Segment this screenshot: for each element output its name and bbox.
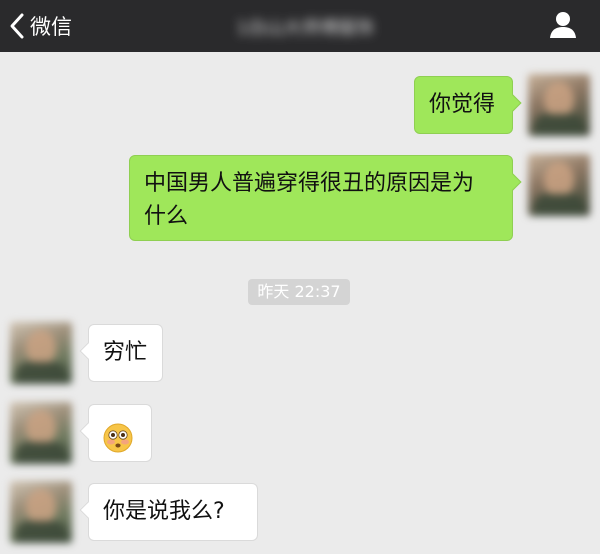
chat-header: 微信 1白山大师傅服饰 — [0, 0, 600, 52]
my-avatar[interactable] — [528, 74, 590, 136]
flushed-face-emoji — [103, 423, 133, 453]
contact-avatar[interactable] — [10, 322, 72, 384]
timestamp: 昨天 22:37 — [248, 279, 350, 305]
contact-avatar[interactable] — [10, 481, 72, 543]
message-bubble-received[interactable]: 穷忙 — [79, 324, 163, 382]
person-icon — [548, 10, 578, 40]
message-text: 你是说我么? — [103, 499, 225, 524]
message-bubble-sent[interactable]: 中国男人普遍穿得很丑的原因是为 什么 — [129, 155, 522, 241]
message-text: 穷忙 — [103, 340, 148, 365]
message-text: 你觉得 — [429, 92, 496, 117]
message-bubble-received[interactable]: 你是说我么? — [79, 483, 258, 541]
message-bubble-received[interactable] — [79, 404, 152, 462]
back-label: 微信 — [30, 15, 72, 39]
back-button[interactable]: 微信 — [8, 6, 72, 46]
profile-button[interactable] — [548, 10, 578, 40]
contact-avatar[interactable] — [10, 402, 72, 464]
chat-title: 1白山大师傅服饰 — [236, 18, 374, 38]
message-text-line-2: 什么 — [144, 204, 189, 229]
chevron-left-icon — [8, 12, 26, 40]
my-avatar[interactable] — [528, 154, 590, 216]
message-text-line-1: 中国男人普遍穿得很丑的原因是为 — [144, 171, 475, 196]
message-bubble-sent[interactable]: 你觉得 — [414, 76, 522, 134]
